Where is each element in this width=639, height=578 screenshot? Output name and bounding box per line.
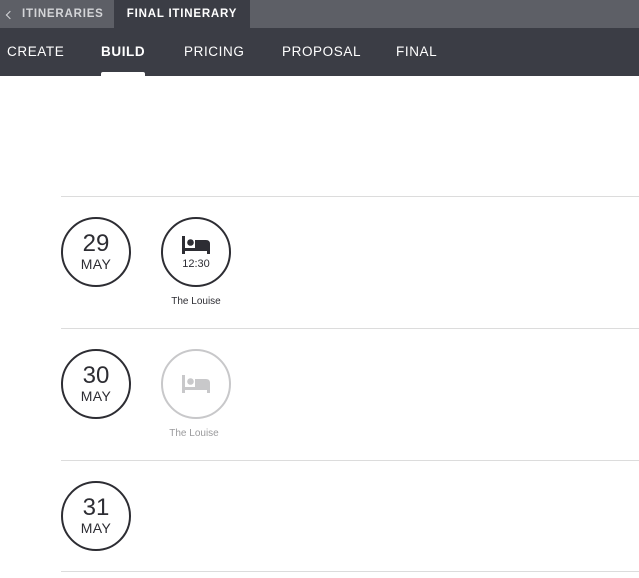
step-navigation: CREATE BUILD PRICING PROPOSAL FINAL <box>0 28 639 76</box>
day-date-circle: 30 MAY <box>61 349 131 419</box>
accommodation-stay-button[interactable]: 12:30 <box>161 217 231 287</box>
row-divider <box>61 460 639 461</box>
day-number: 30 <box>82 362 110 389</box>
day-number: 29 <box>82 230 110 257</box>
stay-hotel-name: The Louise <box>171 296 221 307</box>
day-date-circle: 31 MAY <box>61 481 131 551</box>
row-divider <box>61 328 639 329</box>
breadcrumb-current-tab[interactable]: FINAL ITINERARY <box>114 0 250 28</box>
breadcrumb: ITINERARIES FINAL ITINERARY <box>0 0 639 28</box>
chevron-left-icon <box>5 10 15 19</box>
step-build[interactable]: BUILD <box>101 28 146 76</box>
day-date-circle: 29 MAY <box>61 217 131 287</box>
stay-time: 12:30 <box>182 257 210 270</box>
bed-icon <box>182 375 210 393</box>
step-proposal[interactable]: PROPOSAL <box>282 28 361 76</box>
stay-hotel-name: The Louise <box>169 428 219 439</box>
day-number: 31 <box>82 494 110 521</box>
day-month: MAY <box>80 388 112 404</box>
back-to-itineraries-link[interactable]: ITINERARIES <box>0 0 114 28</box>
step-pricing[interactable]: PRICING <box>184 28 244 76</box>
step-final[interactable]: FINAL <box>396 28 437 76</box>
day-month: MAY <box>80 256 112 272</box>
accommodation-stay-button[interactable] <box>161 349 231 419</box>
breadcrumb-current-label: FINAL ITINERARY <box>126 8 238 20</box>
breadcrumb-back-label: ITINERARIES <box>22 8 104 20</box>
step-create[interactable]: CREATE <box>7 28 64 76</box>
row-divider <box>61 196 639 197</box>
bed-icon <box>182 235 210 254</box>
day-month: MAY <box>80 520 112 536</box>
row-divider <box>61 571 639 572</box>
